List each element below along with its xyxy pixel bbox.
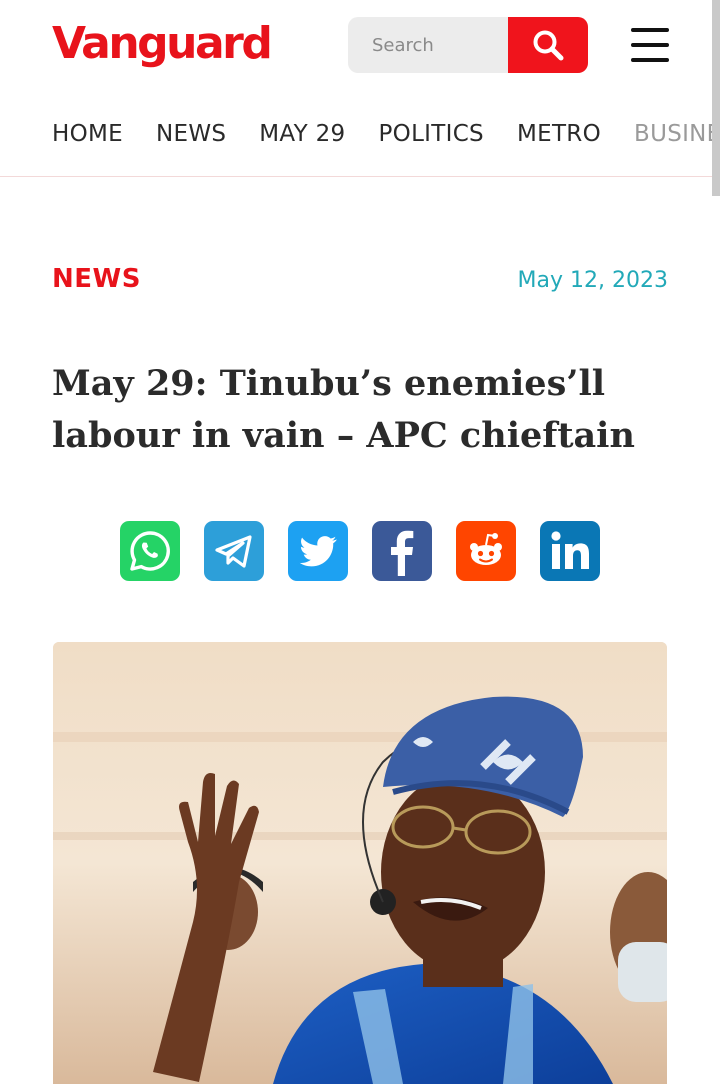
article-hero-image[interactable] bbox=[53, 642, 667, 1084]
reddit-icon bbox=[470, 533, 502, 565]
site-logo[interactable]: Vanguard bbox=[52, 14, 273, 74]
share-linkedin-button[interactable] bbox=[540, 521, 600, 581]
twitter-icon bbox=[299, 536, 337, 567]
nav-item-home[interactable]: HOME bbox=[52, 112, 123, 156]
linkedin-icon bbox=[551, 531, 589, 569]
menu-bar bbox=[631, 43, 669, 47]
share-reddit-button[interactable] bbox=[456, 521, 516, 581]
menu-bar bbox=[631, 28, 669, 32]
article-category[interactable]: NEWS bbox=[52, 264, 141, 294]
nav-item-politics[interactable]: POLITICS bbox=[379, 112, 484, 156]
article-date: May 12, 2023 bbox=[517, 268, 668, 293]
article-photo bbox=[53, 642, 667, 1084]
nav-item-news[interactable]: NEWS bbox=[156, 112, 226, 156]
share-whatsapp-button[interactable] bbox=[120, 521, 180, 581]
whatsapp-icon bbox=[130, 531, 170, 571]
site-header: Vanguard HOME NEWS MAY 29 POLITICS METRO BUSI… bbox=[0, 0, 720, 177]
search-button[interactable] bbox=[508, 17, 588, 73]
search-icon bbox=[533, 30, 564, 61]
search-input[interactable] bbox=[348, 17, 508, 73]
nav-item-business[interactable]: BUSINESS bbox=[634, 112, 720, 156]
telegram-icon bbox=[215, 535, 252, 568]
nav-item-metro[interactable]: METRO bbox=[517, 112, 601, 156]
search-bar bbox=[348, 17, 588, 73]
main-nav: HOME NEWS MAY 29 POLITICS METRO BUSINESS bbox=[52, 112, 720, 156]
hamburger-menu-icon[interactable] bbox=[628, 28, 672, 62]
facebook-icon bbox=[391, 530, 414, 576]
article-title: May 29: Tinubu’s enemies’ll labour in va… bbox=[52, 363, 635, 456]
share-twitter-button[interactable] bbox=[288, 521, 348, 581]
nav-item-may-29[interactable]: MAY 29 bbox=[259, 112, 345, 156]
scrollbar-thumb[interactable] bbox=[712, 0, 720, 196]
share-facebook-button[interactable] bbox=[372, 521, 432, 581]
share-telegram-button[interactable] bbox=[204, 521, 264, 581]
menu-bar bbox=[631, 58, 669, 62]
